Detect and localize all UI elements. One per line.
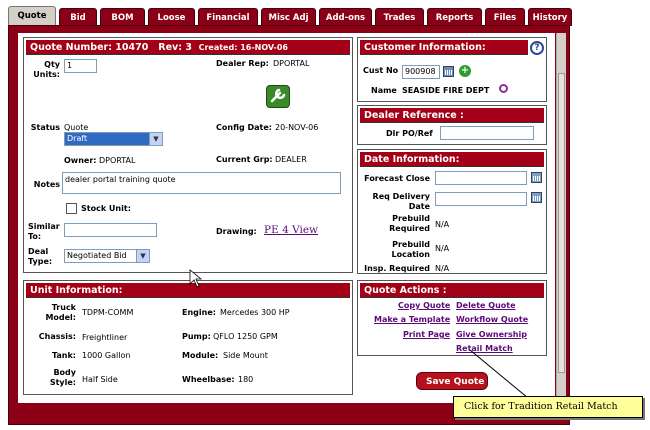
callout-pointer [189,269,529,399]
callout-box: Click for Tradition Retail Match [453,396,643,418]
